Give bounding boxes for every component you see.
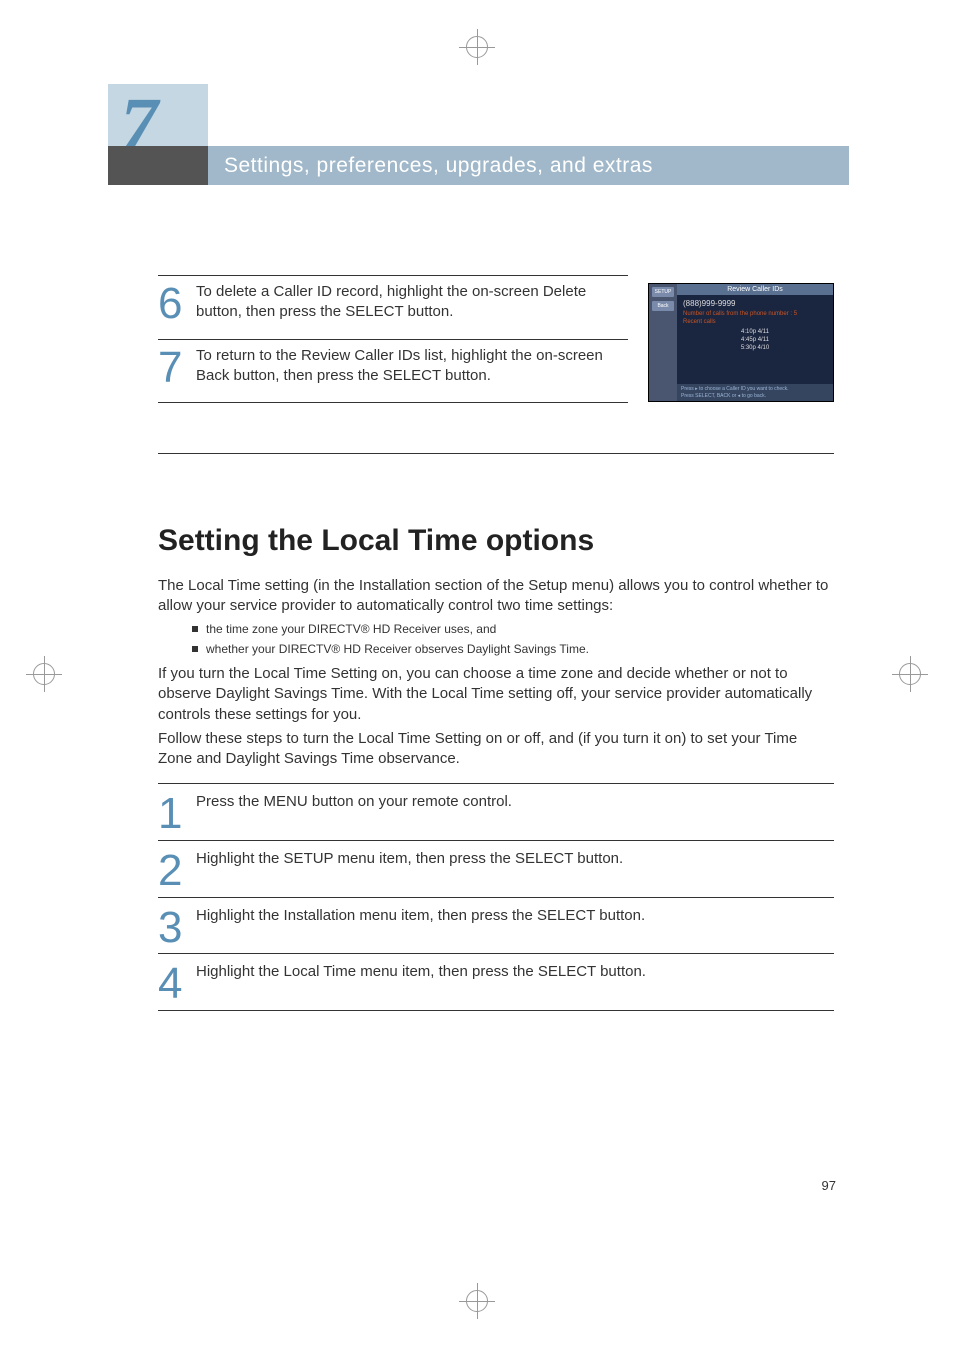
step-number: 2	[158, 851, 196, 891]
screenshot-footer: Press ▸ to choose a Caller ID you want t…	[677, 384, 833, 401]
step-2: 2 Highlight the SETUP menu item, then pr…	[158, 841, 834, 898]
screenshot-calls-label: Number of calls from the phone number : …	[683, 311, 827, 317]
crop-mark-top	[466, 36, 488, 58]
step-number: 1	[158, 794, 196, 834]
step-6: 6 To delete a Caller ID record, highligh…	[158, 275, 628, 340]
page-number: 97	[822, 1178, 836, 1193]
step-number: 7	[158, 348, 196, 388]
screenshot-recent-label: Recent calls	[683, 319, 827, 325]
chapter-title: Settings, preferences, upgrades, and ext…	[224, 154, 653, 178]
chapter-header-band: Settings, preferences, upgrades, and ext…	[108, 146, 849, 185]
section-intro: The Local Time setting (in the Installat…	[158, 576, 834, 617]
step-1: 1 Press the MENU button on your remote c…	[158, 783, 834, 841]
screenshot-review-caller-ids: SETUP Back Review Caller IDs (888)999-99…	[648, 283, 834, 402]
section-divider	[158, 453, 834, 454]
step-text: Press the MENU button on your remote con…	[196, 790, 834, 824]
bullet-2: whether your DIRECTV® HD Receiver observ…	[192, 641, 834, 658]
screenshot-title: Review Caller IDs	[677, 284, 833, 295]
screenshot-time-1: 4:10p 4/11	[683, 329, 827, 337]
screenshot-times: 4:10p 4/11 4:45p 4/11 5:30p 4/10	[683, 329, 827, 352]
screenshot-time-3: 5:30p 4/10	[683, 345, 827, 353]
section-heading: Setting the Local Time options	[158, 524, 834, 558]
sidebar-setup-label: SETUP	[652, 287, 674, 297]
screenshot-footer-line2: Press SELECT, BACK or ◂ to go back.	[681, 393, 829, 400]
screenshot-phone: (888)999-9999	[683, 299, 827, 308]
step-number: 4	[158, 964, 196, 1004]
step-text: Highlight the Local Time menu item, then…	[196, 960, 834, 994]
step-number: 3	[158, 908, 196, 948]
step-text: Highlight the SETUP menu item, then pres…	[196, 847, 834, 881]
step-text: To return to the Review Caller IDs list,…	[196, 344, 628, 399]
screenshot-main: (888)999-9999 Number of calls from the p…	[677, 295, 833, 356]
screenshot-time-2: 4:45p 4/11	[683, 337, 827, 345]
step-4: 4 Highlight the Local Time menu item, th…	[158, 954, 834, 1011]
bullet-1: the time zone your DIRECTV® HD Receiver …	[192, 621, 834, 638]
section-para2: If you turn the Local Time Setting on, y…	[158, 664, 834, 725]
bullet-list: the time zone your DIRECTV® HD Receiver …	[158, 621, 834, 659]
section-para3: Follow these steps to turn the Local Tim…	[158, 729, 834, 770]
sidebar-back-button: Back	[652, 301, 674, 311]
step-number: 6	[158, 284, 196, 324]
step-7: 7 To return to the Review Caller IDs lis…	[158, 340, 628, 404]
crop-mark-bottom	[466, 1290, 488, 1312]
crop-mark-left	[33, 663, 55, 685]
step-text: Highlight the Installation menu item, th…	[196, 904, 834, 938]
screenshot-sidebar: SETUP Back	[649, 284, 677, 401]
step-text: To delete a Caller ID record, highlight …	[196, 280, 628, 335]
step-3: 3 Highlight the Installation menu item, …	[158, 898, 834, 955]
crop-mark-right	[899, 663, 921, 685]
